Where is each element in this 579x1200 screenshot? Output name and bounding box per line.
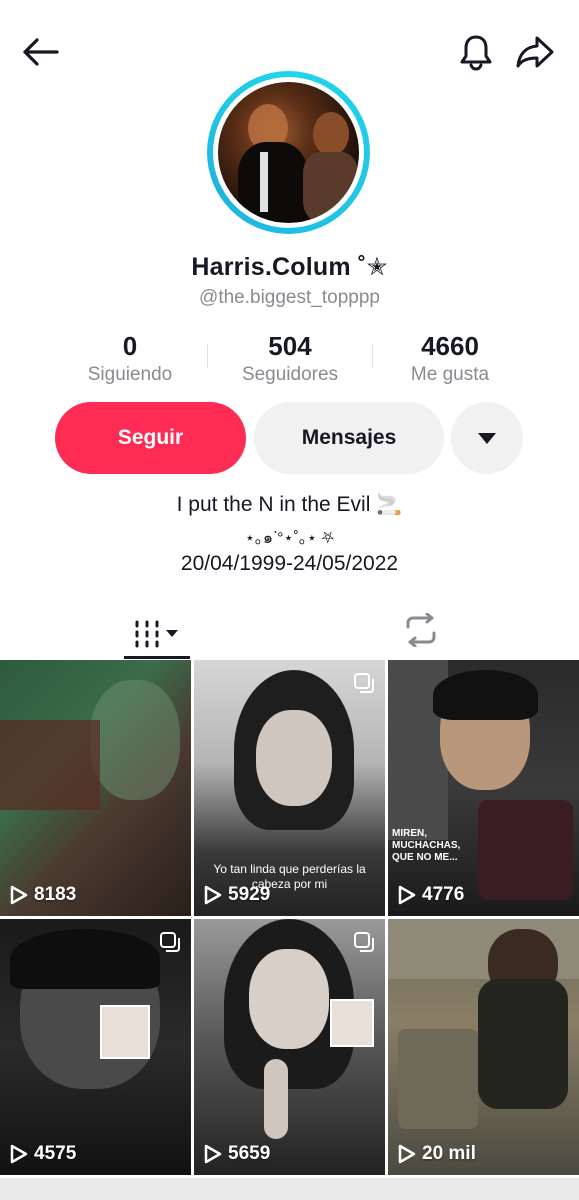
tab-videos[interactable] bbox=[124, 608, 190, 660]
video-views: 5659 bbox=[228, 1143, 271, 1164]
arrow-left-icon bbox=[23, 38, 59, 66]
grid-icon bbox=[135, 620, 178, 648]
stat-followers[interactable]: 504 Seguidores bbox=[210, 330, 370, 390]
tab-reposts[interactable] bbox=[394, 608, 448, 652]
stat-value: 504 bbox=[268, 331, 312, 361]
play-icon bbox=[10, 885, 28, 905]
back-button[interactable] bbox=[18, 30, 62, 74]
avatar bbox=[218, 82, 359, 223]
video-views: 4776 bbox=[422, 884, 465, 905]
follow-button[interactable]: Seguir bbox=[55, 402, 246, 474]
repost-icon bbox=[406, 613, 436, 647]
video-views: 5929 bbox=[228, 884, 271, 905]
active-tab-indicator bbox=[124, 656, 190, 659]
message-button[interactable]: Mensajes bbox=[254, 402, 444, 474]
more-options-button[interactable] bbox=[451, 402, 523, 474]
video-views: 4575 bbox=[34, 1143, 77, 1164]
stat-label: Seguidores bbox=[241, 364, 339, 385]
stat-value: 0 bbox=[122, 331, 138, 361]
video-views: 8183 bbox=[34, 884, 77, 905]
bio-line: I put the N in the Evil 🚬 bbox=[176, 493, 403, 516]
sticker bbox=[100, 1005, 150, 1059]
video-tile[interactable]: 4575 bbox=[0, 919, 191, 1175]
play-icon bbox=[398, 885, 416, 905]
bio-line: 20/04/1999-24/05/2022 bbox=[180, 552, 399, 575]
play-icon bbox=[10, 1144, 28, 1164]
next-row-peek bbox=[0, 1178, 579, 1200]
video-tile[interactable]: MIREN, MUCHACHAS, QUE NO ME... 4776 bbox=[388, 660, 579, 916]
profile-name: Harris.Colum ˚✭ bbox=[191, 253, 388, 281]
play-icon bbox=[398, 1144, 416, 1164]
play-icon bbox=[204, 1144, 222, 1164]
bio-line: ⋆｡๑ᐝ°⋆˚｡⋆ ⛧ bbox=[244, 530, 335, 547]
notification-bell-button[interactable] bbox=[454, 30, 498, 74]
video-tile[interactable]: 5659 bbox=[194, 919, 385, 1175]
multi-photo-icon bbox=[160, 932, 180, 952]
video-views: 20 mil bbox=[422, 1143, 476, 1164]
play-icon bbox=[204, 885, 222, 905]
share-button[interactable] bbox=[512, 30, 558, 74]
stat-divider bbox=[372, 344, 373, 368]
stat-label: Siguiendo bbox=[87, 364, 173, 385]
caret-down-icon bbox=[166, 630, 178, 637]
stat-divider bbox=[207, 344, 208, 368]
content-tabs bbox=[0, 600, 579, 660]
bell-icon bbox=[460, 35, 492, 71]
video-tile[interactable]: 8183 bbox=[0, 660, 191, 916]
multi-photo-icon bbox=[354, 673, 374, 693]
stat-label: Me gusta bbox=[410, 364, 490, 385]
share-icon bbox=[516, 36, 554, 68]
video-tile[interactable]: Yo tan linda que perderías la cabeza por… bbox=[194, 660, 385, 916]
stat-value: 4660 bbox=[421, 331, 479, 361]
profile-actions: Seguir Mensajes bbox=[55, 402, 525, 474]
stat-likes[interactable]: 4660 Me gusta bbox=[370, 330, 530, 390]
caret-down-icon bbox=[478, 433, 496, 444]
video-caption: MIREN, MUCHACHAS, QUE NO ME... bbox=[392, 828, 461, 863]
sticker bbox=[330, 999, 374, 1047]
avatar-ring[interactable] bbox=[207, 71, 370, 234]
multi-photo-icon bbox=[354, 932, 374, 952]
stat-following[interactable]: 0 Siguiendo bbox=[50, 330, 210, 390]
profile-stats: 0 Siguiendo 504 Seguidores 4660 Me gusta bbox=[50, 330, 530, 390]
video-tile[interactable]: 20 mil bbox=[388, 919, 579, 1175]
profile-handle: @the.biggest_topppp bbox=[199, 287, 380, 308]
